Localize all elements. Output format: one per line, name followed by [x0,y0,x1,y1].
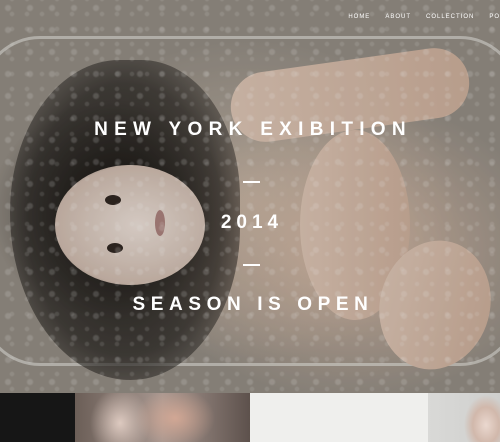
headline-exhibition: NEW YORK EXIBITION [94,119,412,140]
nav-about-link[interactable]: ABOUT [385,14,411,20]
hero-overlay [0,0,500,393]
thumbnail-strip [0,393,500,442]
divider-dash-1 [243,181,260,183]
thumbnail-2[interactable] [75,393,250,442]
headline-season: SEASON IS OPEN [132,294,374,315]
top-nav: HOME ABOUT COLLECTION PO [348,14,500,20]
hero-image: HOME ABOUT COLLECTION PO NEW YORK EXIBIT… [0,0,500,393]
thumbnail-4[interactable] [428,393,500,442]
nav-collection-link[interactable]: COLLECTION [426,14,474,20]
divider-dash-2 [243,264,260,266]
thumbnail-1[interactable] [0,393,75,442]
nav-po-link[interactable]: PO [489,14,500,20]
headline-year: 2014 [220,212,284,233]
thumbnail-3[interactable] [250,393,428,442]
nav-home-link[interactable]: HOME [348,14,370,20]
